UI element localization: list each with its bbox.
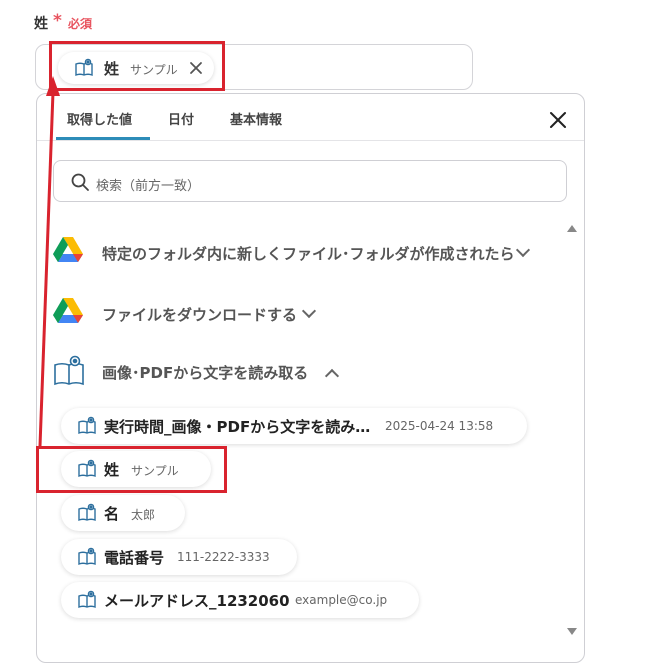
annotation-arrow (38, 76, 60, 447)
